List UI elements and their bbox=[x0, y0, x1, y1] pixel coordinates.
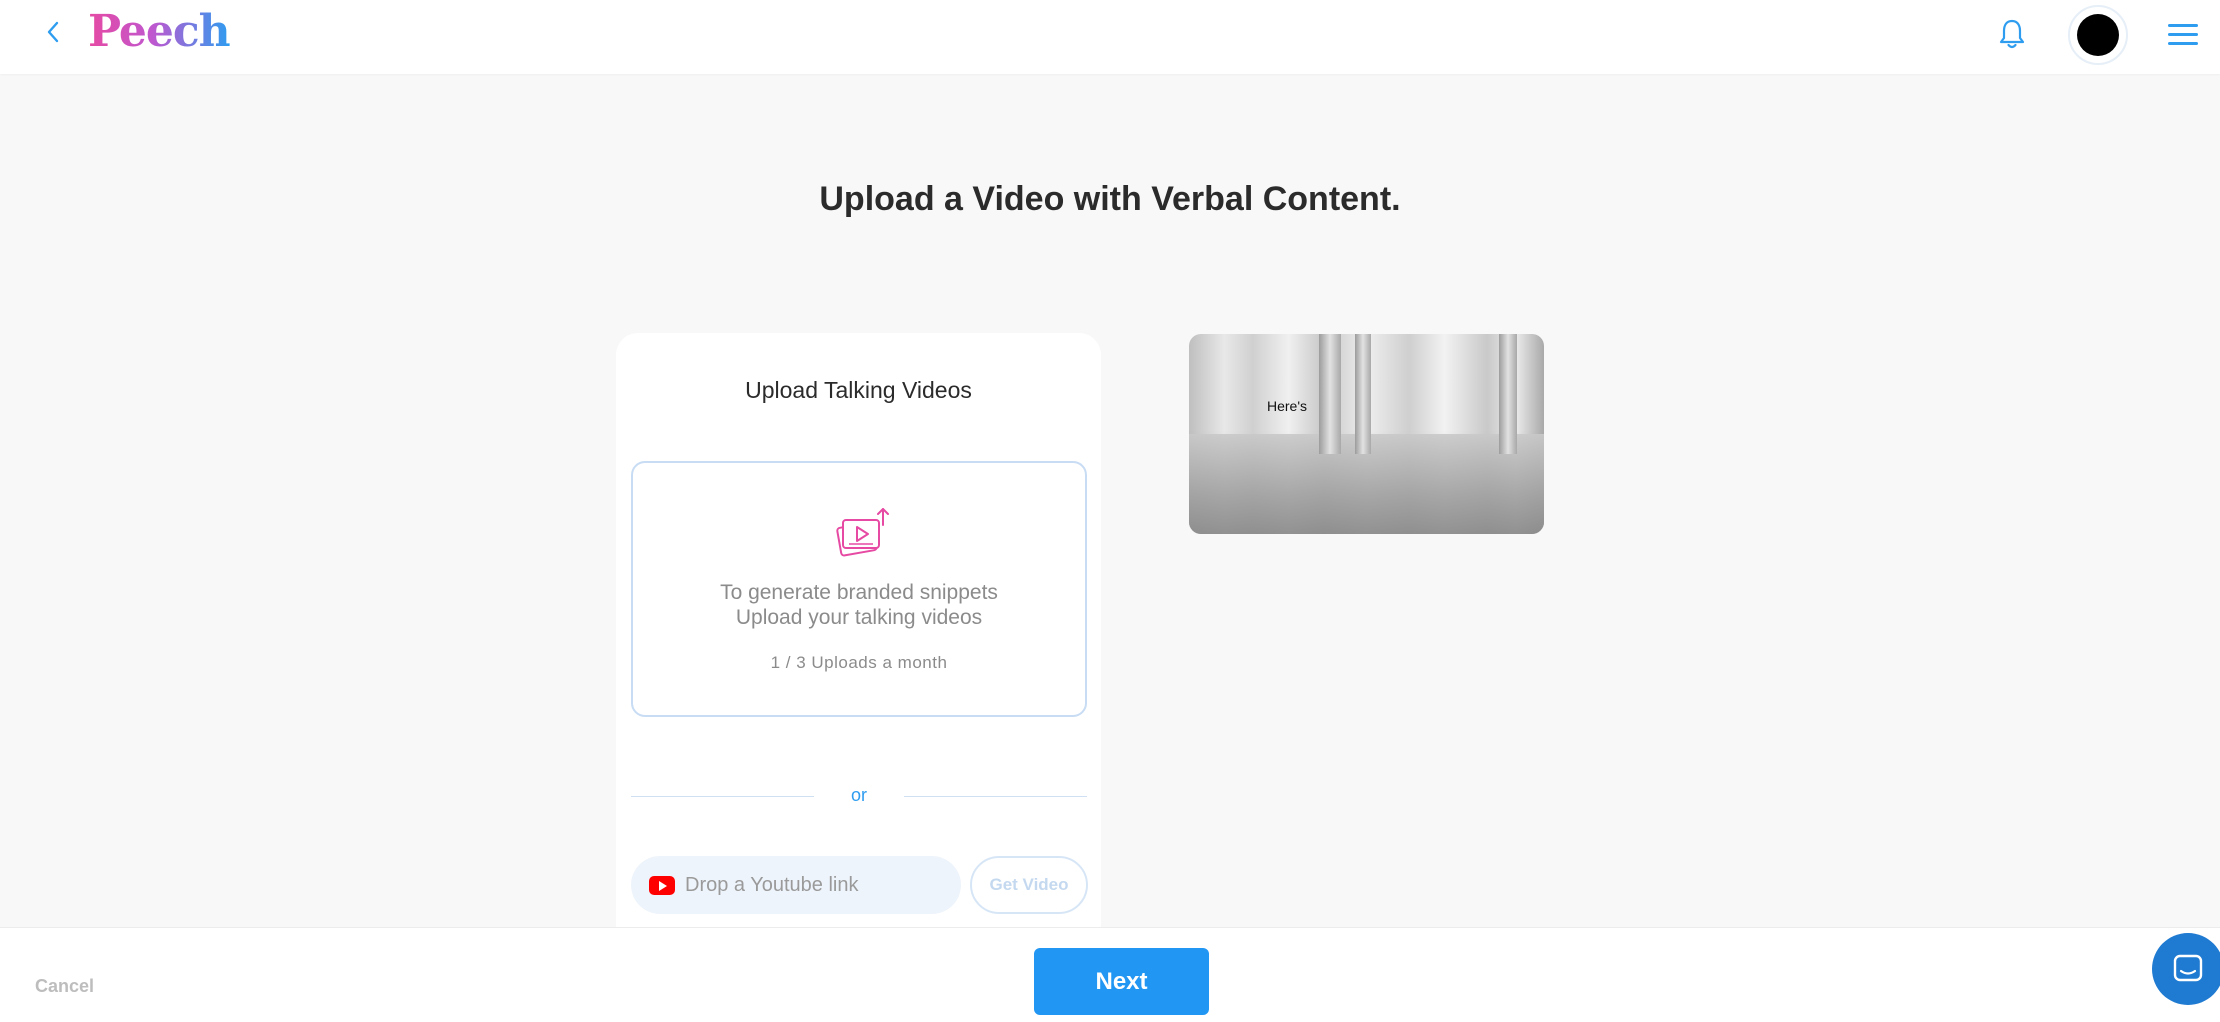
top-navbar: Peech bbox=[0, 0, 2220, 74]
dropzone-text-line2: Upload your talking videos bbox=[735, 606, 983, 629]
youtube-link-input[interactable] bbox=[685, 856, 947, 914]
or-divider: or bbox=[631, 785, 1087, 809]
youtube-link-field[interactable] bbox=[631, 856, 961, 914]
card-title: Upload Talking Videos bbox=[745, 377, 972, 403]
user-avatar-button[interactable] bbox=[2068, 5, 2128, 65]
cancel-button[interactable]: Cancel bbox=[35, 976, 94, 997]
video-pillar bbox=[1355, 334, 1371, 454]
hamburger-menu-icon[interactable] bbox=[2168, 18, 2200, 50]
video-pillar bbox=[1499, 334, 1517, 454]
video-preview[interactable]: Here's bbox=[1189, 334, 1544, 534]
peech-logo[interactable]: Peech bbox=[88, 6, 231, 57]
avatar bbox=[2077, 14, 2119, 56]
bottom-action-bar: Cancel Next bbox=[0, 927, 2220, 1022]
video-caption: Here's bbox=[1267, 398, 1308, 414]
upload-quota: 1 / 3 Uploads a month bbox=[770, 653, 948, 672]
next-button[interactable]: Next bbox=[1034, 948, 1209, 1015]
divider-line bbox=[904, 796, 1087, 797]
dropzone-text-line1: To generate branded snippets bbox=[720, 581, 998, 604]
video-dropzone[interactable]: To generate branded snippets Upload your… bbox=[631, 461, 1087, 717]
chat-icon[interactable] bbox=[2152, 933, 2220, 1005]
upload-video-icon bbox=[833, 505, 893, 565]
chevron-left-icon[interactable] bbox=[38, 17, 68, 47]
upload-card: Upload Talking Videos To generate brande… bbox=[616, 333, 1101, 1022]
video-pillar bbox=[1319, 334, 1341, 454]
get-video-button[interactable]: Get Video bbox=[970, 856, 1088, 914]
youtube-icon bbox=[649, 876, 675, 895]
page-title: Upload a Video with Verbal Content. bbox=[819, 180, 1401, 218]
bell-icon[interactable] bbox=[1994, 16, 2030, 52]
